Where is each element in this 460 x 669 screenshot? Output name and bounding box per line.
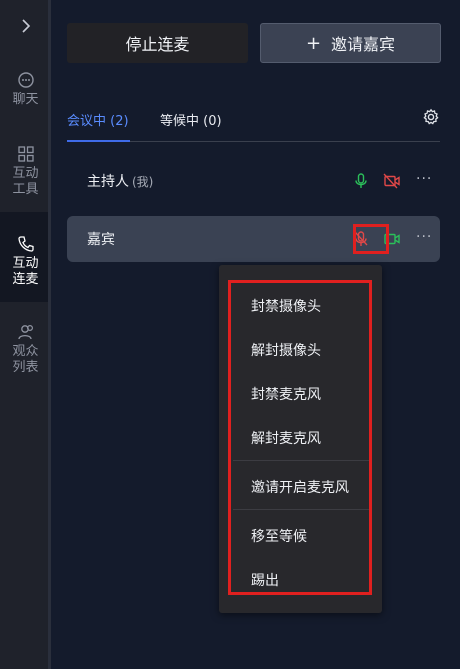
rail-item-label: 观众 [12, 344, 39, 359]
stop-co-host-label: 停止连麦 [125, 35, 190, 54]
rail-item-tools[interactable]: 互动 工具 [0, 144, 51, 198]
side-rail: 聊天 互动 工具 互动 连麦 观众 列表 [0, 0, 51, 669]
rail-item-co-host[interactable]: 互动 连麦 [0, 212, 51, 302]
rail-item-audience[interactable]: 观众 列表 [0, 322, 51, 376]
rail-item-chat[interactable]: 聊天 [0, 70, 51, 110]
more-options-icon[interactable]: ··· [416, 229, 432, 245]
users-icon [17, 324, 33, 340]
tab-in-meeting[interactable]: 会议中 (2) [67, 110, 129, 129]
stop-co-host-button[interactable]: 停止连麦 [67, 23, 248, 63]
participant-tabs: 会议中 (2) 等候中 (0) [67, 104, 440, 142]
grid-icon [17, 146, 34, 162]
tab-waiting[interactable]: 等候中 (0) [160, 110, 222, 129]
plus-icon: + [305, 32, 322, 54]
collapse-toggle[interactable] [0, 0, 51, 52]
mic-icon[interactable] [352, 172, 370, 190]
camera-off-icon[interactable] [383, 172, 401, 190]
active-tab-indicator [67, 140, 130, 142]
more-options-icon[interactable]: ··· [416, 171, 432, 187]
participant-name: 主持人 (我) [87, 174, 154, 190]
chevron-right-icon [21, 19, 30, 33]
rail-item-label-2: 列表 [12, 360, 39, 375]
invite-guest-label: 邀请嘉宾 [331, 35, 396, 54]
rail-item-label: 聊天 [12, 92, 39, 107]
more-options-highlight [353, 224, 389, 254]
chat-icon [17, 72, 34, 88]
rail-item-label-2: 连麦 [12, 272, 39, 287]
phone-icon [17, 236, 34, 252]
menu-highlight [228, 280, 372, 595]
gear-icon[interactable] [422, 108, 440, 126]
self-tag: (我) [132, 175, 154, 189]
participant-row-host: 主持人 (我) ··· [67, 158, 440, 204]
rail-item-label-2: 工具 [12, 182, 39, 197]
participant-name: 嘉宾 [87, 232, 115, 248]
rail-item-label: 互动 [12, 256, 39, 271]
rail-item-label: 互动 [12, 166, 39, 181]
invite-guest-button[interactable]: + 邀请嘉宾 [260, 23, 441, 63]
